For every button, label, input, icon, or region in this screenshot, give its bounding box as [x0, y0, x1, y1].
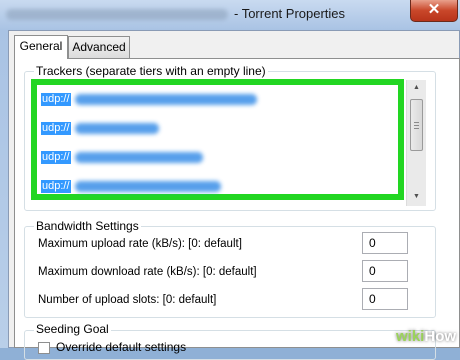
- bandwidth-group-label: Bandwidth Settings: [34, 219, 141, 233]
- thumb-grip: [414, 122, 419, 123]
- scrollbar-thumb[interactable]: [410, 99, 423, 151]
- trackers-scrollbar[interactable]: ▲ ▼: [406, 80, 426, 206]
- tracker-url-prefix: udp://: [41, 122, 71, 135]
- watermark-wiki: wiki: [396, 328, 425, 345]
- tracker-url-prefix: udp://: [41, 93, 71, 106]
- trackers-textarea[interactable]: udp:// udp:// udp:// udp://: [31, 79, 404, 200]
- arrow-down-icon[interactable]: ▼: [407, 190, 426, 204]
- blurred-tracker-url: [75, 123, 159, 134]
- upload-slots-label: Number of upload slots: [0: default]: [38, 294, 217, 306]
- max-upload-rate-label: Maximum upload rate (kB/s): [0: default]: [38, 238, 242, 250]
- window-title: - Torrent Properties: [234, 6, 346, 21]
- override-default-label: Override default settings: [56, 340, 187, 354]
- seeding-goal-group-label: Seeding Goal: [34, 322, 111, 336]
- blurred-tracker-url: [75, 94, 257, 105]
- tab-general[interactable]: General: [14, 35, 68, 59]
- max-upload-rate-input[interactable]: 0: [362, 232, 408, 254]
- tracker-url-prefix: udp://: [41, 151, 71, 164]
- max-download-rate-input[interactable]: 0: [362, 260, 408, 282]
- blurred-torrent-name: [6, 9, 228, 20]
- blurred-tracker-url: [75, 181, 221, 192]
- arrow-up-icon[interactable]: ▲: [407, 81, 426, 95]
- trackers-group-label: Trackers (separate tiers with an empty l…: [34, 64, 268, 78]
- wikihow-watermark: wikiHow: [396, 328, 456, 345]
- thumb-grip: [414, 128, 419, 129]
- torrent-properties-window: - Torrent Properties ✕ General Advanced …: [0, 0, 460, 360]
- watermark-how: How: [424, 328, 457, 345]
- blurred-tracker-url: [75, 152, 203, 163]
- max-download-rate-label: Maximum download rate (kB/s): [0: defaul…: [38, 266, 257, 278]
- close-button[interactable]: ✕: [410, 0, 458, 22]
- override-default-checkbox[interactable]: [38, 342, 50, 354]
- title-bar: - Torrent Properties ✕: [0, 0, 460, 30]
- tracker-url-prefix: udp://: [41, 180, 71, 193]
- tab-advanced[interactable]: Advanced: [68, 36, 130, 58]
- thumb-grip: [414, 125, 419, 126]
- upload-slots-input[interactable]: 0: [362, 288, 408, 310]
- close-icon: ✕: [427, 1, 441, 18]
